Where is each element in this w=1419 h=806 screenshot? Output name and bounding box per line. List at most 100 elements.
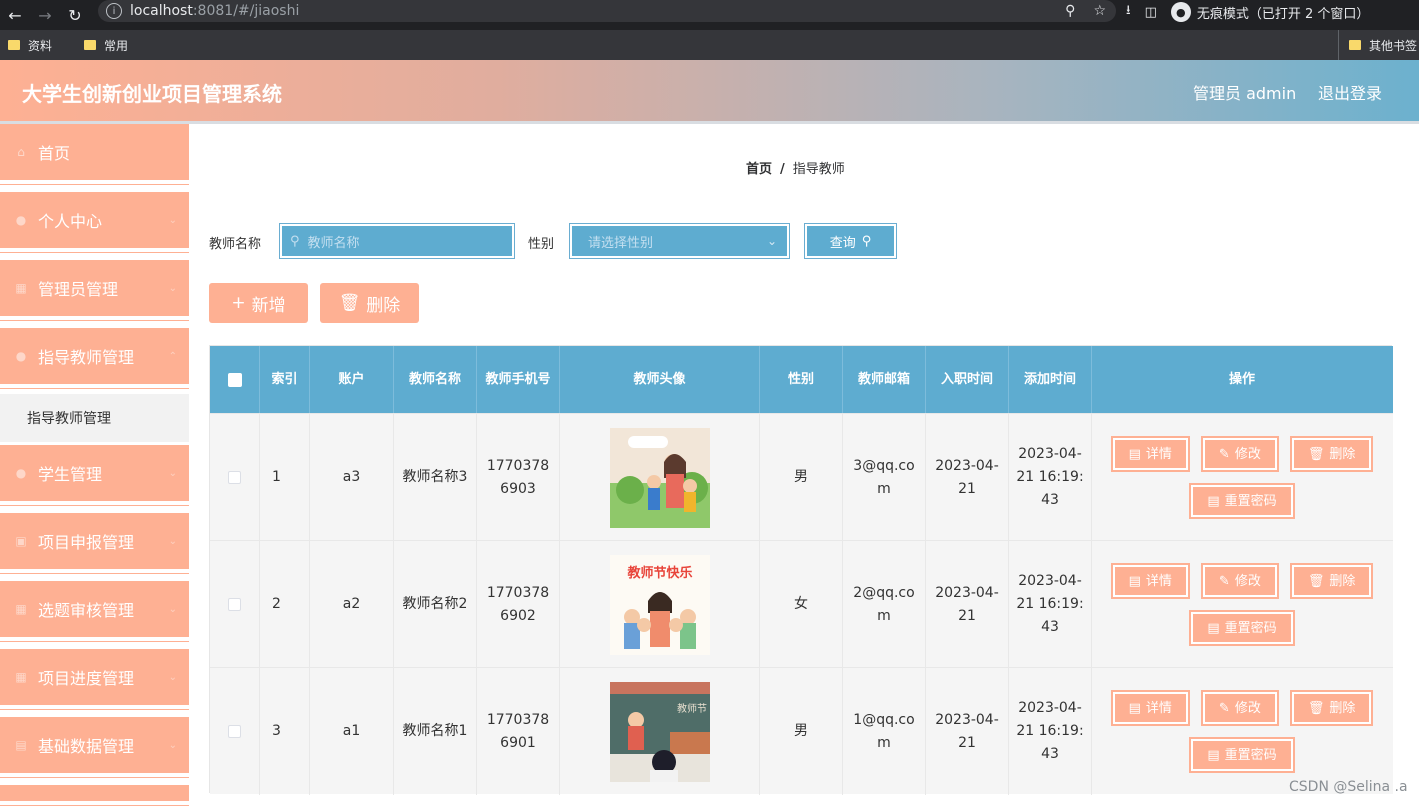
reload-icon[interactable]: ↻: [60, 0, 90, 30]
delete-label: 删除: [1329, 446, 1356, 462]
sidebar-item-home[interactable]: ⌂ 首页: [0, 124, 189, 185]
cell-email: 3@qq.com: [843, 414, 926, 541]
sidebar-item-label: 项目申报管理: [38, 533, 135, 552]
chevron-down-icon: ⌄: [168, 671, 177, 683]
table-row: 2 a2 教师名称2 17703786902 教师节快乐 女 2@qq.com …: [210, 540, 1393, 668]
forward-icon[interactable]: →: [30, 0, 60, 30]
sidebar-item-topic-review[interactable]: ▦ 选题审核管理 ⌄: [0, 581, 189, 642]
sidebar-item-admins[interactable]: ▦ 管理员管理 ⌄: [0, 260, 189, 321]
cell-email: 1@qq.com: [843, 668, 926, 795]
download-icon[interactable]: ⭳: [1126, 1, 1131, 23]
app-title: 大学生创新创业项目管理系统: [22, 82, 282, 106]
star-icon[interactable]: ☆: [1093, 3, 1106, 19]
bookmark-folder[interactable]: 常用: [84, 37, 128, 54]
row-checkbox[interactable]: [228, 471, 241, 484]
sidebar-item-more[interactable]: [0, 785, 189, 806]
chevron-down-icon: ⌄: [168, 739, 177, 751]
incognito-indicator[interactable]: ● 无痕模式（已打开 2 个窗口）: [1170, 2, 1369, 22]
add-button[interactable]: + 新增: [209, 283, 308, 323]
edit-button[interactable]: ✎ 修改: [1200, 563, 1279, 599]
batch-delete-button[interactable]: 🗑 删除: [320, 283, 419, 323]
sidebar-item-label: 指导教师管理: [38, 348, 135, 367]
select-all-cell: [210, 346, 260, 413]
reset-password-button[interactable]: ▤ 重置密码: [1189, 483, 1295, 519]
cell-actions: ▤ 详情 ✎ 修改 🗑 删除 ▤ 重置密码: [1092, 668, 1392, 795]
avatar-caption: 教师节: [677, 702, 707, 715]
col-avatar: 教师头像: [560, 346, 760, 413]
bookmarks-bar: 资料 常用 其他书签: [0, 30, 1419, 60]
delete-button[interactable]: 🗑 删除: [1289, 563, 1374, 599]
edit-button[interactable]: ✎ 修改: [1200, 690, 1279, 726]
sidebar-item-profile[interactable]: ● 个人中心 ⌄: [0, 192, 189, 253]
submenu-teacher-management[interactable]: 指导教师管理: [0, 394, 189, 442]
delete-button[interactable]: 🗑 删除: [1289, 690, 1374, 726]
bookmark-folder[interactable]: 资料: [8, 37, 52, 54]
row-checkbox[interactable]: [228, 725, 241, 738]
grid-icon: ▦: [15, 281, 27, 295]
sidebar-item-label: 学生管理: [38, 465, 103, 484]
breadcrumb-home[interactable]: 首页: [746, 162, 772, 177]
user-icon: ●: [15, 349, 27, 363]
col-account: 账户: [310, 346, 394, 413]
sidepanel-icon[interactable]: ◫: [1145, 5, 1157, 20]
other-bookmarks[interactable]: 其他书签: [1338, 30, 1417, 60]
cell-hire-date: 2023-04-21: [926, 541, 1009, 668]
reset-label: 重置密码: [1224, 620, 1277, 636]
cell-phone: 17703786903: [477, 414, 560, 541]
pencil-icon: ✎: [1218, 446, 1230, 462]
detail-button[interactable]: ▤ 详情: [1110, 436, 1190, 472]
teacher-avatar-image: [609, 427, 710, 528]
current-user: 管理员 admin: [1193, 84, 1297, 103]
col-gender: 性别: [760, 346, 843, 413]
back-icon[interactable]: ←: [0, 0, 30, 30]
cell-added: 2023-04-21 16:19:43: [1009, 668, 1092, 795]
reset-password-button[interactable]: ▤ 重置密码: [1189, 737, 1295, 773]
cell-gender: 男: [760, 414, 843, 541]
delete-label: 删除: [1329, 700, 1356, 716]
detail-label: 详情: [1145, 446, 1172, 462]
gender-select[interactable]: 请选择性别 ⌄: [569, 223, 790, 259]
sidebar-item-basic-data[interactable]: ▤ 基础数据管理 ⌄: [0, 717, 189, 778]
document-icon: ▤: [1128, 446, 1141, 462]
row-checkbox[interactable]: [228, 598, 241, 611]
plus-icon: +: [231, 293, 246, 313]
detail-button[interactable]: ▤ 详情: [1110, 563, 1190, 599]
cell-account: a1: [310, 668, 394, 795]
chevron-down-icon: ⌄: [168, 214, 177, 226]
chevron-down-icon: ⌄: [168, 282, 177, 294]
table-row: 1 a3 教师名称3 17703786903 男 3@qq.com 2023-0…: [210, 413, 1393, 541]
cell-index: 2: [260, 541, 310, 668]
reset-password-button[interactable]: ▤ 重置密码: [1189, 610, 1295, 646]
edit-button[interactable]: ✎ 修改: [1200, 436, 1279, 472]
info-icon[interactable]: i: [106, 3, 122, 19]
add-label: 新增: [251, 295, 286, 316]
key-icon[interactable]: ⚲: [1065, 3, 1075, 19]
sidebar-item-students[interactable]: ● 学生管理 ⌄: [0, 445, 189, 506]
detail-button[interactable]: ▤ 详情: [1110, 690, 1190, 726]
url-host: localhost: [130, 3, 193, 19]
cell-email: 2@qq.com: [843, 541, 926, 668]
cell-actions: ▤ 详情 ✎ 修改 🗑 删除 ▤ 重置密码: [1092, 414, 1392, 541]
sidebar-item-label: 基础数据管理: [38, 737, 135, 756]
other-bookmarks-label: 其他书签: [1369, 38, 1418, 53]
query-label: 查询: [829, 235, 856, 251]
delete-button[interactable]: 🗑 删除: [1289, 436, 1374, 472]
home-icon: ⌂: [17, 145, 25, 159]
col-name: 教师名称: [394, 346, 477, 413]
col-email: 教师邮箱: [843, 346, 926, 413]
teacher-name-input[interactable]: ⚲ 教师名称: [279, 223, 515, 259]
sidebar-item-project-apply[interactable]: ▣ 项目申报管理 ⌄: [0, 513, 189, 574]
logout-link[interactable]: 退出登录: [1318, 80, 1382, 104]
sidebar-item-teachers[interactable]: ● 指导教师管理 ⌃: [0, 328, 189, 389]
sidebar-item-progress[interactable]: ▦ 项目进度管理 ⌄: [0, 649, 189, 710]
detail-label: 详情: [1145, 700, 1172, 716]
reset-label: 重置密码: [1224, 493, 1277, 509]
cell-gender: 女: [760, 541, 843, 668]
query-button[interactable]: 查询 ⚲: [804, 223, 897, 259]
cell-phone: 17703786902: [477, 541, 560, 668]
cell-name: 教师名称3: [394, 414, 477, 541]
cell-index: 3: [260, 668, 310, 795]
select-all-checkbox[interactable]: [227, 372, 242, 387]
browser-toolbar: ← → ↻ i localhost:8081/#/jiaoshi ⚲ ☆ ⭳ ◫…: [0, 0, 1419, 30]
address-bar[interactable]: i localhost:8081/#/jiaoshi ⚲ ☆: [98, 0, 1116, 22]
